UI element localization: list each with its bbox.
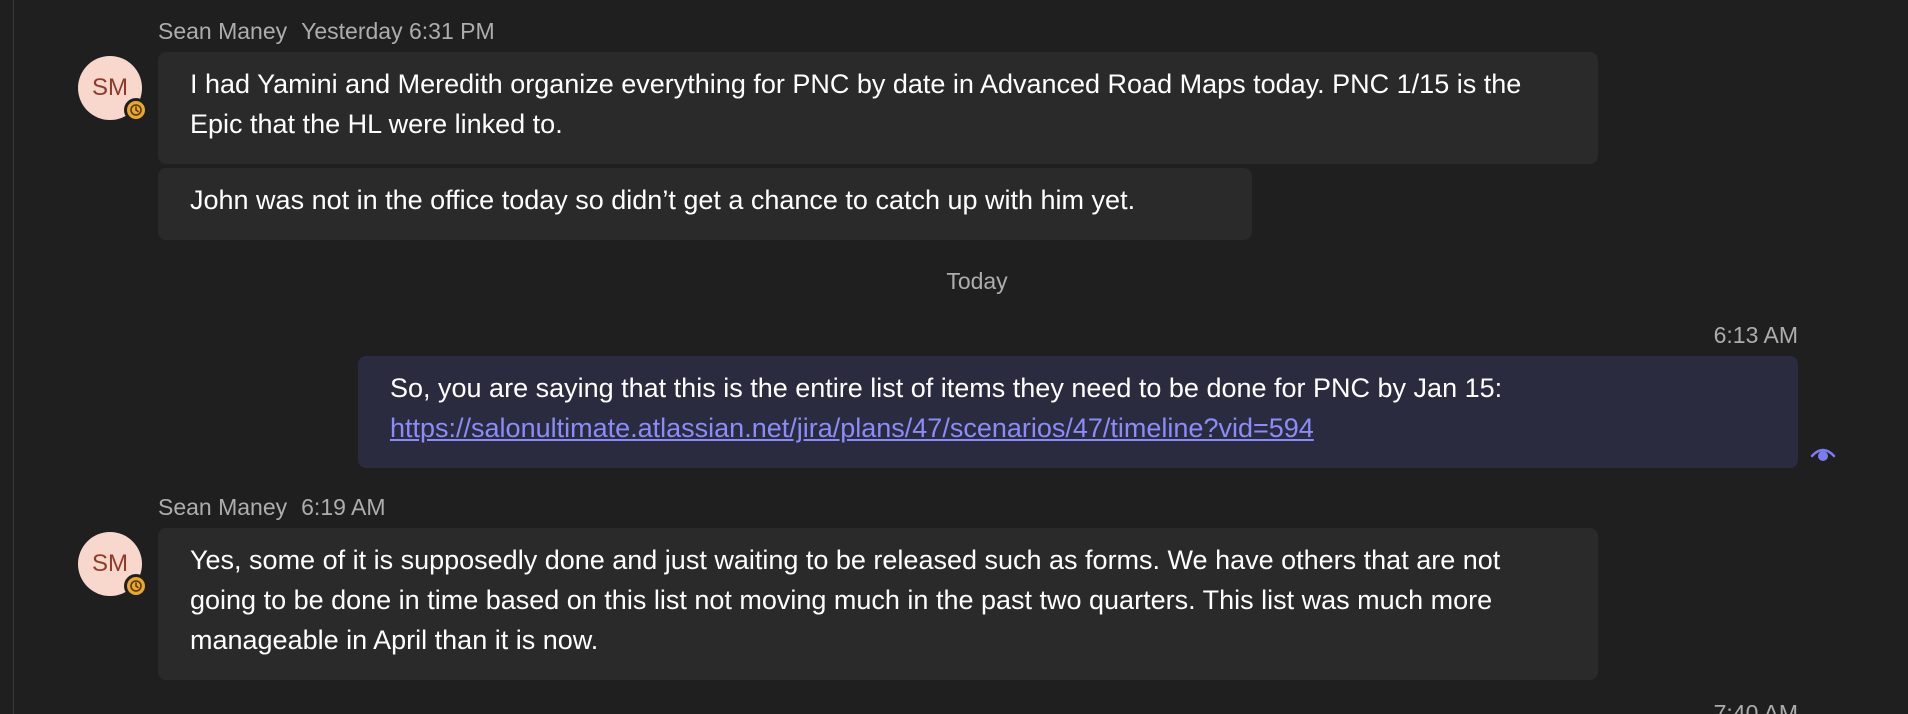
avatar-initials: SM [92,550,128,577]
chat-thread: Sean Maney Yesterday 6:31 PM SM I had Yam… [0,0,1908,714]
day-divider: Today [946,268,1008,294]
message-time: 6:19 AM [301,494,386,520]
sender-name[interactable]: Sean Maney [158,18,287,44]
avatar[interactable]: SM [78,532,148,598]
message-bubble[interactable]: Yes, some of it is supposedly done and j… [158,528,1598,680]
message-header: Sean Maney Yesterday 6:31 PM [158,18,495,45]
clock-away-icon [124,98,148,122]
left-rail [0,0,14,714]
message-time: 6:13 AM [1713,322,1798,348]
avatar-initials: SM [92,74,128,101]
message-text: John was not in the office today so didn… [190,185,1136,215]
message-text: I had Yamini and Meredith organize every… [190,69,1522,139]
avatar[interactable]: SM [78,56,148,122]
clock-away-icon [124,574,148,598]
jira-timeline-link[interactable]: https://salonultimate.atlassian.net/jira… [390,413,1314,443]
message-bubble[interactable]: I had Yamini and Meredith organize every… [158,52,1598,164]
message-bubble[interactable]: John was not in the office today so didn… [158,168,1252,240]
message-header: Sean Maney 6:19 AM [158,494,386,521]
message-text: So, you are saying that this is the enti… [390,373,1503,403]
eye-icon [1810,448,1836,461]
message-time: Yesterday 6:31 PM [301,18,495,44]
message-text: Yes, some of it is supposedly done and j… [190,545,1501,655]
message-time: 7:40 AM [1713,700,1798,714]
sender-name[interactable]: Sean Maney [158,494,287,520]
my-message-bubble[interactable]: So, you are saying that this is the enti… [358,356,1798,468]
